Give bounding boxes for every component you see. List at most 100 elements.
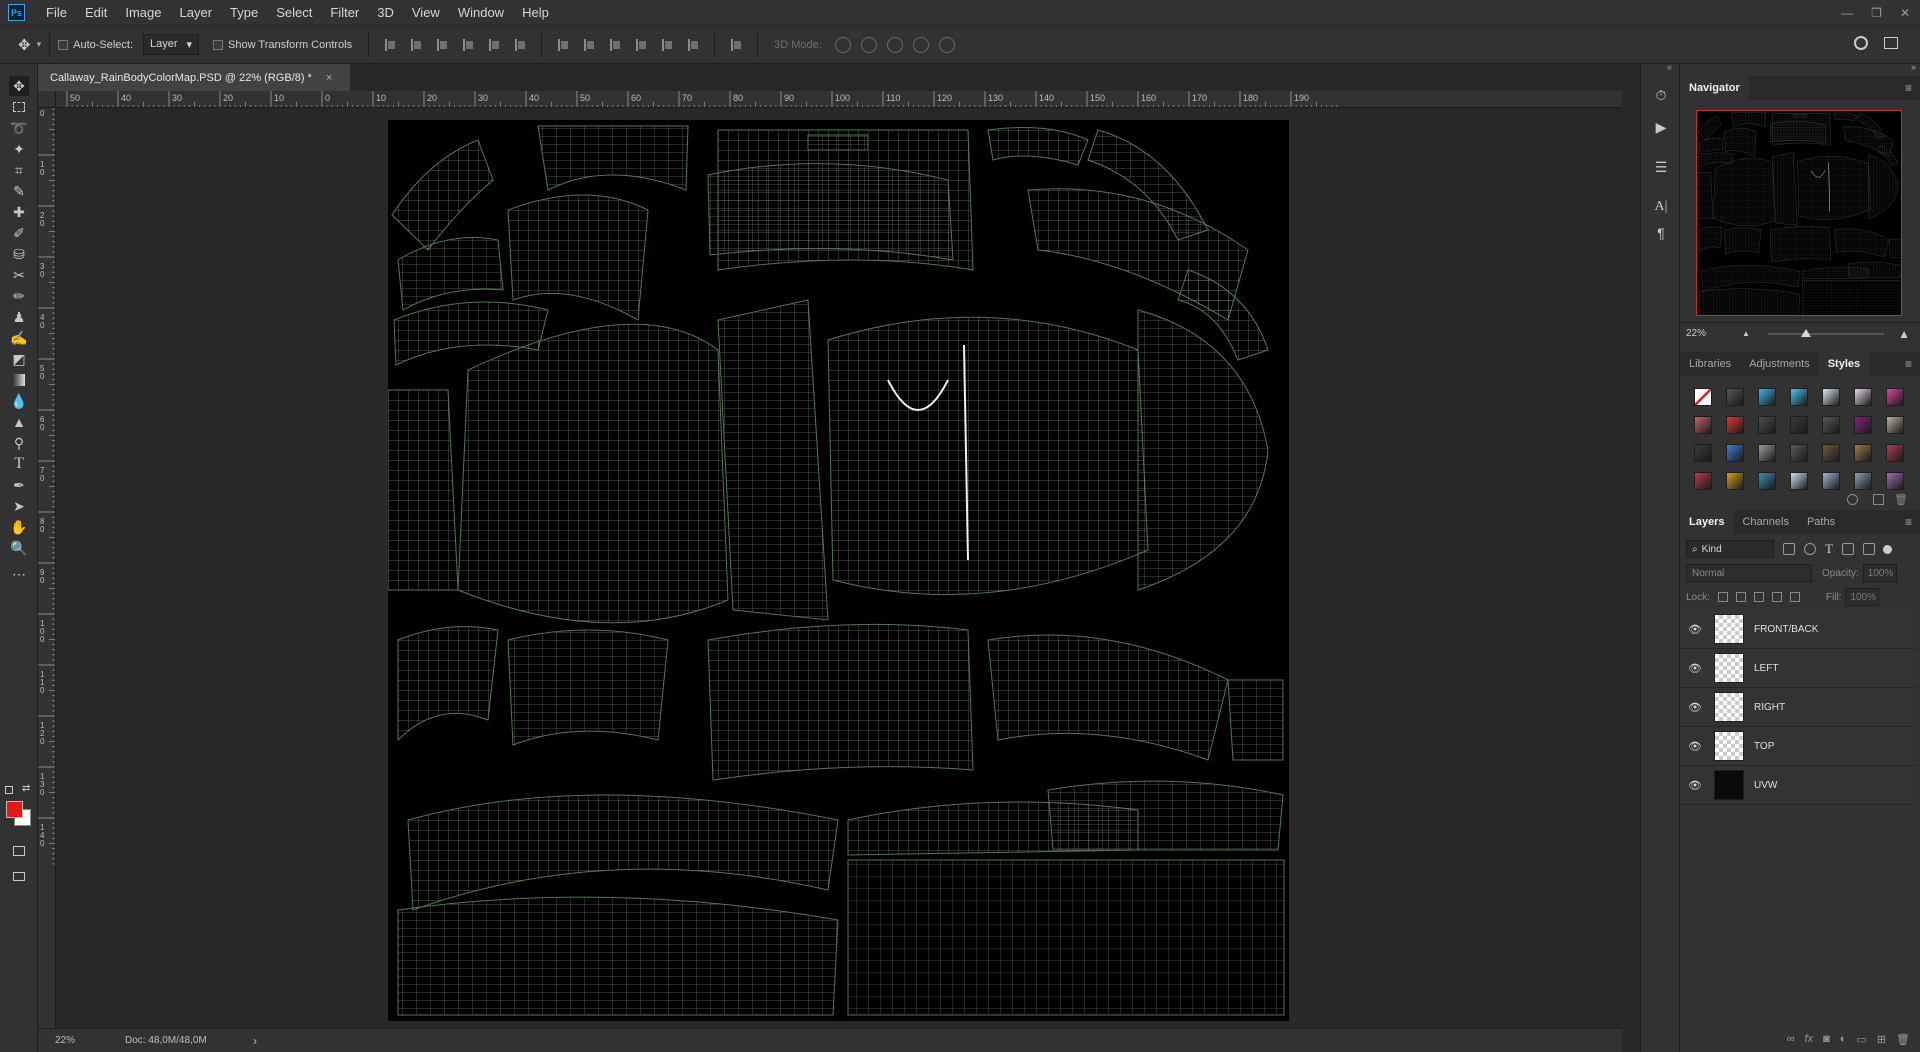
menu-type[interactable]: Type bbox=[221, 0, 267, 25]
close-icon[interactable]: ✕ bbox=[1900, 6, 1910, 20]
menu-filter[interactable]: Filter bbox=[321, 0, 368, 25]
visibility-eye-icon[interactable]: 👁 bbox=[1684, 701, 1706, 714]
document-tab[interactable]: Callaway_RainBodyColorMap.PSD @ 22% (RGB… bbox=[38, 64, 350, 91]
show-transform-checkbox-box[interactable] bbox=[213, 39, 224, 50]
filter-pixel-layers-icon[interactable] bbox=[1783, 543, 1795, 555]
visibility-eye-icon[interactable]: 👁 bbox=[1684, 779, 1706, 792]
style-swatch[interactable] bbox=[1790, 444, 1808, 462]
sharpen-tool-icon[interactable]: ▲ bbox=[9, 412, 29, 432]
filter-toggle-icon[interactable] bbox=[1882, 544, 1892, 554]
lock-image-pixels-icon[interactable] bbox=[1735, 592, 1746, 602]
style-swatch[interactable] bbox=[1694, 444, 1712, 462]
distribute-horizontal-center-icon[interactable] bbox=[660, 38, 674, 52]
style-swatch[interactable] bbox=[1726, 444, 1744, 462]
style-swatch[interactable] bbox=[1790, 416, 1808, 434]
distribute-right-icon[interactable] bbox=[686, 38, 700, 52]
minimize-icon[interactable]: — bbox=[1841, 6, 1853, 20]
paragraph-panel-icon[interactable]: ¶ bbox=[1651, 224, 1671, 242]
swap-colors-icon[interactable]: ⇄ bbox=[22, 783, 30, 794]
navigator-zoom-slider-thumb[interactable] bbox=[1801, 329, 1812, 337]
clear-style-icon[interactable] bbox=[1847, 494, 1858, 505]
auto-select-checkbox[interactable]: Auto-Select: bbox=[58, 39, 133, 51]
default-colors-icon[interactable] bbox=[5, 786, 13, 794]
style-swatch[interactable] bbox=[1854, 444, 1872, 462]
lock-artboard-icon[interactable] bbox=[1771, 592, 1782, 602]
distribute-bottom-icon[interactable] bbox=[608, 38, 622, 52]
style-swatch[interactable] bbox=[1694, 472, 1712, 490]
gradient-tool-icon[interactable] bbox=[9, 370, 29, 390]
adjustment-layer-icon[interactable]: ◐ bbox=[1840, 1033, 1847, 1045]
distribute-vertical-center-icon[interactable] bbox=[582, 38, 596, 52]
filter-adjustment-layers-icon[interactable] bbox=[1804, 543, 1816, 555]
filter-smart-objects-icon[interactable] bbox=[1862, 543, 1875, 555]
style-swatch[interactable] bbox=[1854, 388, 1872, 406]
navigator-zoom-slider[interactable] bbox=[1768, 329, 1884, 337]
ruler-origin[interactable] bbox=[38, 91, 56, 108]
3d-roll-icon[interactable] bbox=[860, 36, 877, 53]
spot-healing-brush-tool-icon[interactable]: ✚ bbox=[9, 202, 29, 222]
show-transform-checkbox[interactable]: Show Transform Controls bbox=[213, 39, 352, 51]
rectangular-marquee-tool-icon[interactable] bbox=[9, 97, 29, 117]
align-left-icon[interactable] bbox=[461, 38, 475, 52]
menu-select[interactable]: Select bbox=[267, 0, 321, 25]
tab-layers[interactable]: Layers bbox=[1680, 510, 1734, 534]
new-group-icon[interactable]: ▭ bbox=[1856, 1033, 1866, 1046]
distribute-top-icon[interactable] bbox=[556, 38, 570, 52]
align-bottom-icon[interactable] bbox=[435, 38, 449, 52]
align-top-icon[interactable] bbox=[383, 38, 397, 52]
layer-row[interactable]: 👁 FRONT/BACK bbox=[1680, 610, 1916, 649]
search-icon[interactable] bbox=[1854, 36, 1868, 50]
lock-position-icon[interactable] bbox=[1753, 592, 1764, 602]
style-swatch[interactable] bbox=[1726, 388, 1744, 406]
workspace-icon[interactable] bbox=[1884, 37, 1898, 49]
distribute-left-icon[interactable] bbox=[634, 38, 648, 52]
style-swatch[interactable] bbox=[1886, 444, 1904, 462]
align-vertical-center-icon[interactable] bbox=[409, 38, 423, 52]
tab-adjustments[interactable]: Adjustments bbox=[1740, 352, 1819, 376]
visibility-eye-icon[interactable]: 👁 bbox=[1684, 740, 1706, 753]
navigator-zoom-value[interactable]: 22% bbox=[1686, 328, 1742, 339]
zoom-out-icon[interactable]: ▲ bbox=[1742, 329, 1750, 338]
tab-paths[interactable]: Paths bbox=[1798, 510, 1844, 534]
opacity-input[interactable]: 100% bbox=[1862, 564, 1897, 582]
navigator-preview[interactable] bbox=[1696, 110, 1902, 316]
menu-file[interactable]: File bbox=[37, 0, 76, 25]
document-canvas[interactable] bbox=[387, 120, 1289, 1021]
style-swatch[interactable] bbox=[1790, 388, 1808, 406]
style-swatch[interactable] bbox=[1694, 388, 1712, 406]
menu-image[interactable]: Image bbox=[116, 0, 170, 25]
layers-menu-icon[interactable]: ≡ bbox=[1905, 510, 1912, 534]
zoom-tool-icon[interactable]: 🔍 bbox=[9, 538, 29, 558]
visibility-eye-icon[interactable]: 👁 bbox=[1684, 623, 1706, 636]
style-swatch[interactable] bbox=[1854, 472, 1872, 490]
tab-libraries[interactable]: Libraries bbox=[1680, 352, 1740, 376]
history-brush-tool-icon[interactable]: ✂ bbox=[9, 265, 29, 285]
paint-brush-tool-icon[interactable]: ✏ bbox=[9, 286, 29, 306]
clone-stamp-tool-icon[interactable]: ⛁ bbox=[9, 244, 29, 264]
menu-help[interactable]: Help bbox=[513, 0, 558, 25]
3d-scale-icon[interactable] bbox=[938, 36, 955, 53]
path-selection-tool-icon[interactable]: ➤ bbox=[9, 496, 29, 516]
stamp-tool-icon[interactable]: ♟ bbox=[9, 307, 29, 327]
add-mask-icon[interactable]: ◙ bbox=[1823, 1033, 1830, 1045]
auto-align-layers-icon[interactable] bbox=[729, 38, 743, 52]
magic-wand-tool-icon[interactable]: ✦ bbox=[9, 139, 29, 159]
screen-mode-icon[interactable] bbox=[9, 866, 29, 886]
style-swatch[interactable] bbox=[1758, 416, 1776, 434]
style-swatch[interactable] bbox=[1822, 388, 1840, 406]
filter-type-layers-icon[interactable]: T bbox=[1825, 541, 1833, 557]
auto-select-checkbox-box[interactable] bbox=[58, 39, 69, 50]
new-style-icon[interactable] bbox=[1873, 494, 1884, 505]
3d-orbit-icon[interactable] bbox=[834, 36, 851, 53]
quick-mask-icon[interactable] bbox=[9, 841, 29, 861]
style-swatch[interactable] bbox=[1726, 416, 1744, 434]
lock-transparent-pixels-icon[interactable] bbox=[1717, 592, 1728, 602]
zoom-in-icon[interactable]: ▲ bbox=[1898, 327, 1910, 341]
auto-select-target-dropdown[interactable]: Layer ▾ bbox=[143, 34, 200, 55]
blend-mode-dropdown[interactable]: Normal bbox=[1686, 564, 1812, 582]
crop-tool-icon[interactable]: ⌗ bbox=[9, 160, 29, 180]
delete-layer-icon[interactable]: 🗑 bbox=[1896, 1033, 1910, 1046]
move-tool-icon[interactable]: ✥ bbox=[9, 76, 29, 96]
dodge-tool-icon[interactable]: ⚲ bbox=[9, 433, 29, 453]
preset-chevron-down-icon[interactable]: ▾ bbox=[37, 39, 42, 50]
